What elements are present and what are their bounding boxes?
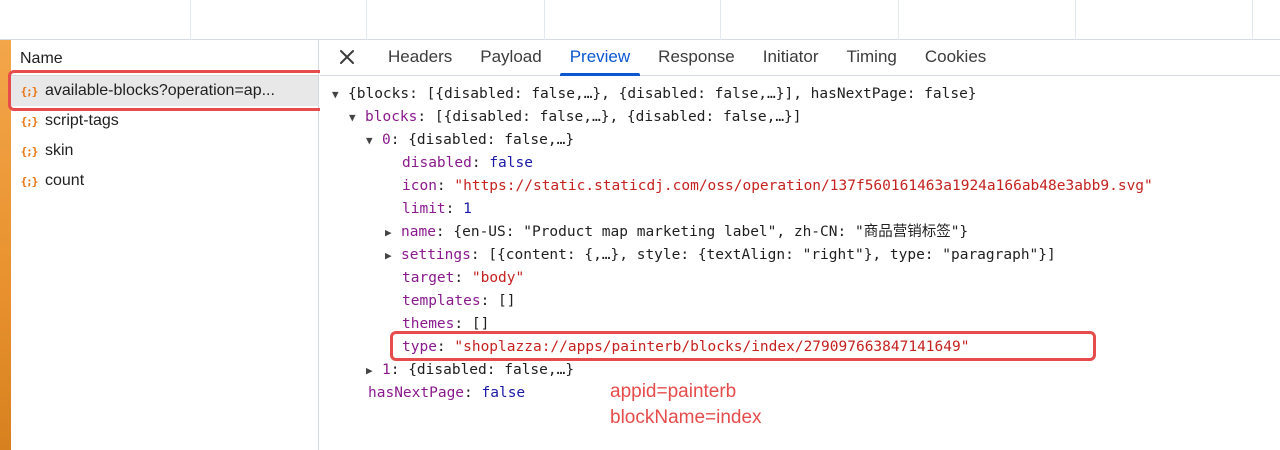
annotation-blockname: blockName=index [610, 407, 762, 428]
tab-timing[interactable]: Timing [832, 39, 910, 75]
tree-row-item-1[interactable]: ▶ 1: {disabled: false,…} [366, 359, 574, 382]
collapsed-triangle-icon[interactable]: ▶ [385, 221, 401, 244]
tree-root-row[interactable]: ▼ {blocks: [{disabled: false,…}, {disable… [332, 83, 977, 106]
json-key: 0 [382, 132, 391, 148]
collapsed-triangle-icon[interactable]: ▶ [385, 244, 401, 267]
tree-row-blocks[interactable]: ▼ blocks: [{disabled: false,…}, {disabled… [349, 106, 802, 129]
collapsed-triangle-icon[interactable]: ▶ [366, 359, 382, 382]
tree-row-templates[interactable]: templates: [] [402, 290, 516, 313]
fetch-json-icon: {;} [20, 144, 39, 158]
request-label: skin [45, 142, 74, 159]
json-key: icon [402, 178, 437, 194]
json-array-value: [] [471, 316, 490, 332]
json-summary: {disabled: false,…} [408, 362, 575, 378]
tree-row-settings[interactable]: ▶ settings: [{content: {,…}, style: {text… [385, 244, 1056, 267]
request-item-count[interactable]: {;} count [11, 166, 318, 196]
json-number-value: 1 [463, 201, 472, 217]
json-summary: {en-US: "Product map marketing label", z… [453, 224, 969, 240]
tab-initiator[interactable]: Initiator [749, 39, 833, 75]
expanded-triangle-icon[interactable]: ▼ [332, 83, 348, 106]
json-key: hasNextPage [368, 385, 465, 401]
tab-headers[interactable]: Headers [374, 39, 466, 75]
json-string-value: "https://static.staticdj.com/oss/operati… [454, 178, 1153, 194]
timeline-gridline [720, 0, 721, 40]
request-label: count [45, 172, 85, 189]
request-detail-panel: Headers Payload Preview Response Initiat… [320, 40, 1280, 450]
tree-row-target[interactable]: target: "body" [402, 267, 524, 290]
selected-request-highlight [8, 70, 355, 111]
json-key: blocks [365, 109, 418, 125]
network-timeline-overview[interactable] [0, 0, 1280, 40]
request-item-skin[interactable]: {;} skin [11, 136, 318, 166]
tab-payload[interactable]: Payload [466, 39, 555, 75]
annotation-appid: appid=painterb [610, 381, 737, 402]
tree-row-hasnextpage[interactable]: hasNextPage: false [368, 382, 525, 405]
json-key: templates [402, 293, 481, 309]
json-key: themes [402, 316, 455, 332]
json-summary: {disabled: false,…} [408, 132, 575, 148]
tree-row-limit[interactable]: limit: 1 [402, 198, 472, 221]
request-label: script-tags [45, 112, 119, 129]
timeline-gridline [190, 0, 191, 40]
tree-row-disabled[interactable]: disabled: false [402, 152, 533, 175]
json-key: settings [401, 247, 471, 263]
tree-row-icon[interactable]: icon: "https://static.staticdj.com/oss/o… [402, 175, 1153, 198]
json-string-value: "body" [471, 270, 525, 286]
json-bool-value: false [481, 385, 526, 401]
timeline-gridline [544, 0, 545, 40]
json-bool-value: false [489, 155, 533, 171]
json-key: 1 [382, 362, 391, 378]
timeline-gridline [366, 0, 367, 40]
fetch-json-icon: {;} [20, 114, 39, 128]
root-summary: {blocks: [{disabled: false,…}, {disabled… [348, 86, 977, 102]
expanded-triangle-icon[interactable]: ▼ [366, 129, 382, 152]
json-key: target [402, 270, 455, 286]
json-key: disabled [402, 155, 472, 171]
tab-cookies[interactable]: Cookies [911, 39, 1000, 75]
timeline-gridline [898, 0, 899, 40]
tab-response[interactable]: Response [644, 39, 749, 75]
detail-tabbar: Headers Payload Preview Response Initiat… [320, 40, 1280, 76]
type-row-highlight [390, 331, 1096, 361]
tab-preview[interactable]: Preview [556, 39, 644, 76]
close-icon[interactable] [320, 39, 374, 75]
expanded-triangle-icon[interactable]: ▼ [349, 106, 365, 129]
json-summary: [{disabled: false,…}, {disabled: false,…… [434, 109, 802, 125]
json-array-value: [] [498, 293, 516, 309]
tree-row-item-0[interactable]: ▼ 0: {disabled: false,…} [366, 129, 574, 152]
tree-row-name[interactable]: ▶ name: {en-US: "Product map marketing la… [385, 221, 968, 244]
json-summary: [{content: {,…}, style: {textAlign: "rig… [488, 247, 1056, 263]
timeline-gridline [1075, 0, 1076, 40]
json-key: name [401, 224, 436, 240]
fetch-json-icon: {;} [20, 174, 39, 188]
timeline-gridline [1252, 0, 1253, 40]
json-key: limit [402, 201, 446, 217]
